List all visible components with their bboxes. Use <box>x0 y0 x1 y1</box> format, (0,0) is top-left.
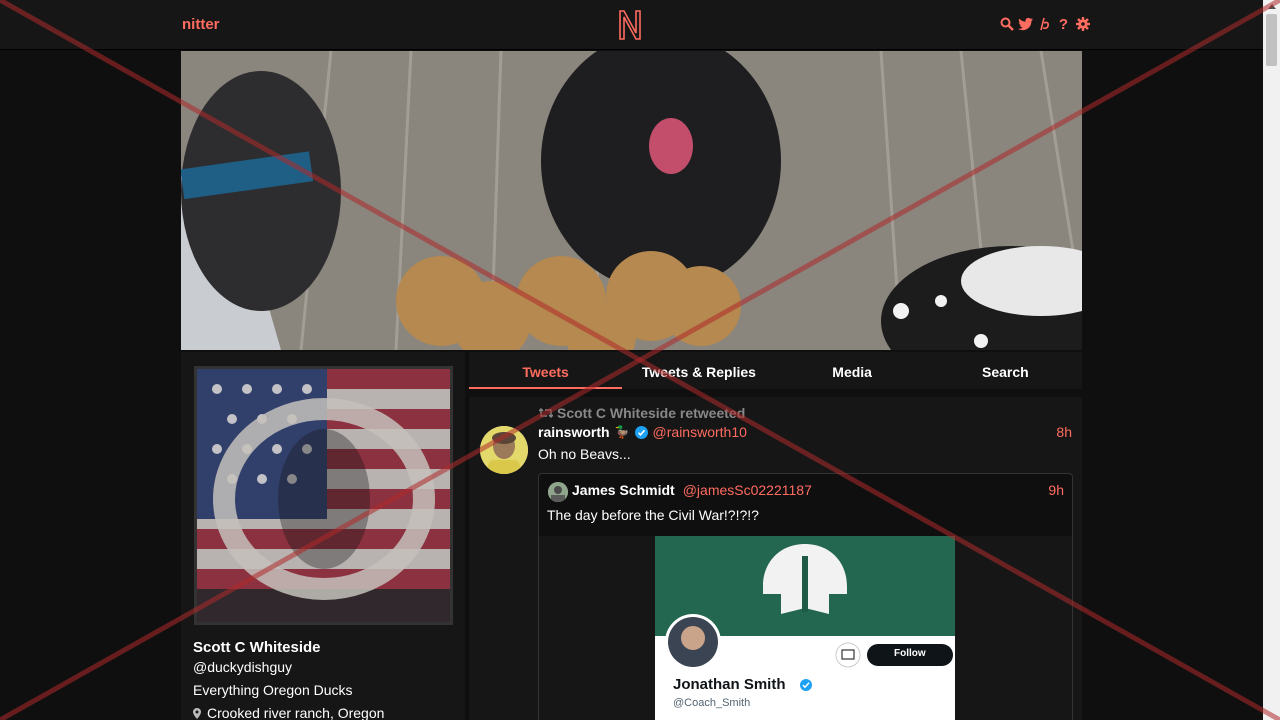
quote-username[interactable]: @jamesSc02221187 <box>683 482 812 498</box>
quote-avatar[interactable] <box>548 482 568 502</box>
location-text: Crooked river ranch, Oregon <box>207 705 385 720</box>
page-scrollbar[interactable] <box>1263 0 1280 720</box>
tweet-avatar-image <box>480 426 528 474</box>
help-icon[interactable]: ? <box>1056 16 1071 33</box>
retweet-icon <box>539 408 553 418</box>
quote-avatar-image <box>548 482 568 502</box>
tab-tweets[interactable]: Tweets <box>469 352 623 389</box>
quoted-tweet[interactable]: James Schmidt @jamesSc02221187 9h The da… <box>538 473 1073 720</box>
top-navbar: nitter ? <box>0 0 1263 50</box>
oregon-flag-avatar-image <box>197 369 450 622</box>
location-pin-icon <box>193 707 201 719</box>
tweet-date[interactable]: 8h <box>1056 424 1072 440</box>
profile-bio: Everything Oregon Ducks <box>193 682 353 698</box>
tab-tweets-replies[interactable]: Tweets & Replies <box>622 352 775 389</box>
quote-media-image[interactable]: Follow Jonathan Smith @Coach_Smith <box>655 536 955 720</box>
quote-date[interactable]: 9h <box>1048 482 1064 498</box>
quote-media-container: Follow Jonathan Smith @Coach_Smith <box>539 536 1072 720</box>
nitter-logo-icon[interactable] <box>617 9 645 41</box>
duck-emoji-icon: 🦆 <box>614 425 630 439</box>
profile-fullname[interactable]: Scott C Whiteside <box>193 639 321 656</box>
media-profile-handle: @Coach_Smith <box>673 697 751 709</box>
retweet-text: Scott C Whiteside retweeted <box>557 405 746 421</box>
scroll-up-arrow-icon[interactable] <box>1268 4 1276 9</box>
verified-badge-icon <box>634 425 648 439</box>
profile-banner[interactable] <box>181 51 1082 350</box>
nitter-brand-link[interactable]: nitter <box>182 16 220 33</box>
profile-username[interactable]: @duckydishguy <box>193 659 292 675</box>
tweet-fullname[interactable]: rainsworth <box>538 424 610 440</box>
search-icon[interactable] <box>999 16 1014 32</box>
timeline-tabs: Tweets Tweets & Replies Media Search <box>469 352 1082 389</box>
settings-icon[interactable] <box>1075 16 1090 32</box>
profile-card: Scott C Whiteside @duckydishguy Everythi… <box>181 352 465 720</box>
timeline-tweet[interactable]: Scott C Whiteside retweeted rainsworth 🦆… <box>469 397 1082 720</box>
rss-icon[interactable] <box>1037 16 1052 32</box>
tab-search[interactable]: Search <box>929 352 1082 389</box>
profile-avatar[interactable] <box>194 366 453 625</box>
quote-content: The day before the Civil War!?!?!? <box>547 507 759 523</box>
tweet-username[interactable]: @rainsworth10 <box>653 424 747 440</box>
media-profile-name: Jonathan Smith <box>673 676 786 693</box>
timeline: Tweets Tweets & Replies Media Search Sco… <box>469 352 1082 720</box>
media-follow-button-label: Follow <box>894 648 926 659</box>
retweet-header: Scott C Whiteside retweeted <box>539 405 745 421</box>
tweet-content: Oh no Beavs... <box>538 446 631 462</box>
twitter-icon[interactable] <box>1018 16 1033 32</box>
tweet-avatar[interactable] <box>480 426 528 474</box>
quote-fullname[interactable]: James Schmidt <box>572 482 675 498</box>
banner-photo <box>181 51 1082 350</box>
media-verified-icon <box>800 679 812 691</box>
tab-media[interactable]: Media <box>776 352 929 389</box>
profile-location: Crooked river ranch, Oregon <box>193 705 384 720</box>
scrollbar-thumb[interactable] <box>1266 14 1277 66</box>
